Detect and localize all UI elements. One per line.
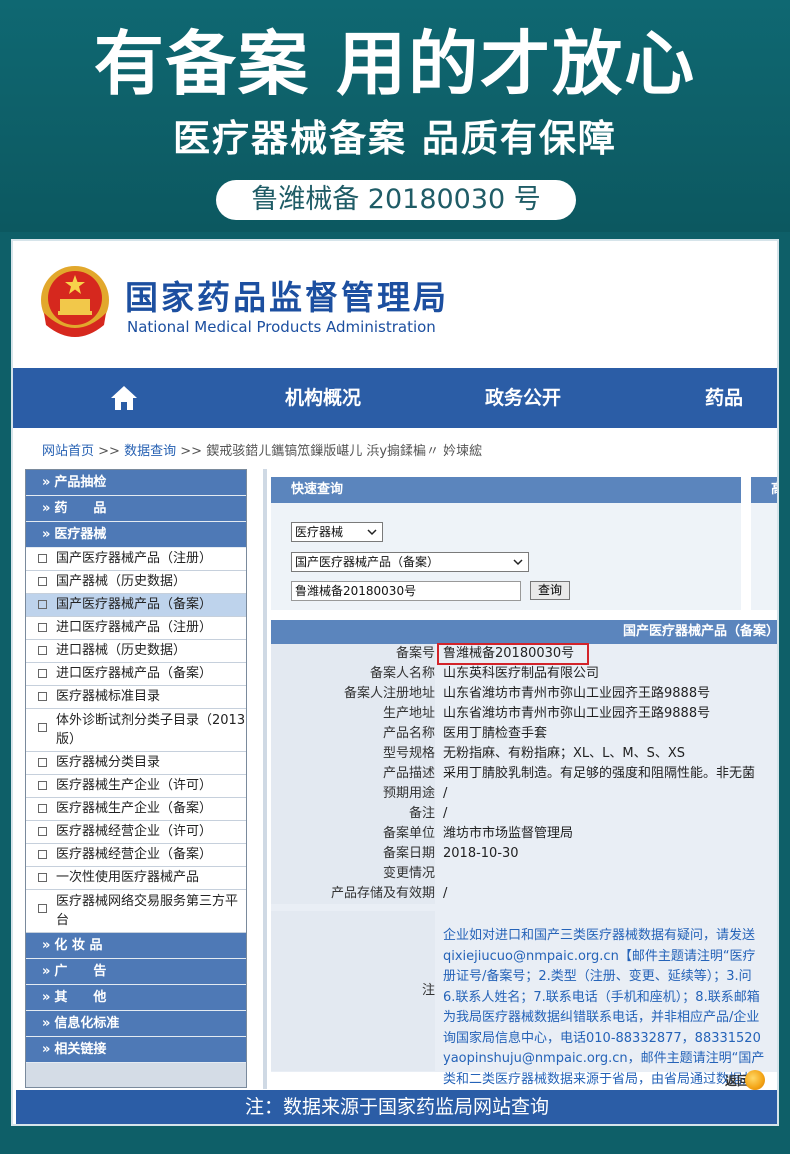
category-select[interactable]: 医疗器械 <box>291 522 383 542</box>
home-icon[interactable] <box>109 384 139 412</box>
expand-box-icon <box>38 646 47 655</box>
breadcrumb-data[interactable]: 数据查询 <box>124 444 176 459</box>
website-screenshot: 国家药品监督管理局 National Medical Products Admi… <box>11 239 779 1126</box>
note-text: 企业如对进口和国产三类医疗器械数据有疑问，请发送 qixiejiucuo@nmp… <box>443 928 765 1087</box>
expand-box-icon <box>38 600 47 609</box>
table-row: 备案人注册地址 山东省潍坊市青州市弥山工业园齐王路9888号 <box>271 684 777 704</box>
sidebar-item[interactable]: 体外诊断试剂分类子目录（2013版） <box>26 709 246 752</box>
quick-search-panel: 快速查询 医疗器械 国产医疗器械产品（备案） 鲁潍械备20180030号 查询 <box>271 477 741 610</box>
expand-box-icon <box>38 904 47 913</box>
table-row: 备案人名称 山东英科医疗制品有限公司 <box>271 664 777 684</box>
agency-name-cn[interactable]: 国家药品监督管理局 <box>125 271 449 319</box>
sidebar-category-it-standards[interactable]: » 信息化标准 <box>26 1011 246 1037</box>
advanced-search-title: 高 <box>751 477 777 503</box>
chevron-down-icon <box>367 529 377 536</box>
search-input[interactable]: 鲁潍械备20180030号 <box>291 581 521 601</box>
main-nav: 机构概况 政务公开 药品 <box>13 368 777 428</box>
sidebar-category-devices[interactable]: » 医疗器械 <box>26 522 246 548</box>
sidebar-item[interactable]: 进口医疗器械产品（注册） <box>26 617 246 640</box>
hero-banner: 有备案 用的才放心 医疗器械备案 品质有保障 鲁潍械备 20180030 号 <box>0 0 790 232</box>
sidebar-item[interactable]: 医疗器械网络交易服务第三方平台 <box>26 890 246 933</box>
sidebar-item-active[interactable]: 国产医疗器械产品（备案） <box>26 594 246 617</box>
table-row: 变更情况 <box>271 864 777 884</box>
sidebar-item[interactable]: 进口医疗器械产品（备案） <box>26 663 246 686</box>
chevron-down-icon <box>513 559 523 566</box>
sidebar-category-links[interactable]: » 相关链接 <box>26 1037 246 1063</box>
sidebar-category-drugs[interactable]: » 药 品 <box>26 496 246 522</box>
sidebar-category-cosmetics[interactable]: » 化 妆 品 <box>26 933 246 959</box>
sidebar-item[interactable]: 国产器械（历史数据） <box>26 571 246 594</box>
sidebar-item[interactable]: 医疗器械生产企业（备案） <box>26 798 246 821</box>
sidebar-item[interactable]: 一次性使用医疗器械产品 <box>26 867 246 890</box>
table-row: 预期用途 / <box>271 784 777 804</box>
hero-subtitle: 医疗器械备案 品质有保障 <box>173 117 617 160</box>
expand-box-icon <box>38 873 47 882</box>
expand-box-icon <box>38 804 47 813</box>
table-row: 备案日期 2018-10-30 <box>271 844 777 864</box>
quick-search-title: 快速查询 <box>271 477 741 503</box>
sidebar-item[interactable]: 医疗器械生产企业（许可） <box>26 775 246 798</box>
nav-item-drugs[interactable]: 药品 <box>705 368 743 428</box>
breadcrumb-separator: >> <box>180 444 203 459</box>
breadcrumb-separator: >> <box>98 444 120 459</box>
source-note: 注：数据来源于国家药监局网站查询 <box>16 1090 777 1124</box>
national-emblem-icon <box>41 266 109 337</box>
expand-box-icon <box>38 850 47 859</box>
expand-box-icon <box>38 554 47 563</box>
sidebar-item[interactable]: 医疗器械标准目录 <box>26 686 246 709</box>
breadcrumb: 网站首页 >> 数据查询 >> 鍥戒骇鍣ㄦ鑴镐笟鏁版嵁儿 浜у搧鍒楄〃 妗堜綋 <box>42 440 482 459</box>
nav-item-about[interactable]: 机构概况 <box>285 368 361 428</box>
table-row: 备案单位 潍坊市市场监督管理局 <box>271 824 777 844</box>
sidebar-item[interactable]: 医疗器械分类目录 <box>26 752 246 775</box>
sidebar: » 产品抽检 » 药 品 » 医疗器械 国产医疗器械产品（注册） 国产器械（历史数据）… <box>25 469 247 1088</box>
site-header: 国家药品监督管理局 National Medical Products Admi… <box>13 241 777 363</box>
expand-box-icon <box>38 758 47 767</box>
table-row: 产品存储及有效期 / <box>271 884 777 904</box>
sidebar-category-sampling[interactable]: » 产品抽检 <box>26 470 246 496</box>
sidebar-item[interactable]: 医疗器械经营企业（许可） <box>26 821 246 844</box>
divider <box>263 469 267 1089</box>
expand-box-icon <box>38 692 47 701</box>
note-label: 注 <box>271 911 435 1071</box>
expand-box-icon <box>38 669 47 678</box>
back-arrow-icon <box>745 1070 765 1090</box>
sidebar-item[interactable]: 国产医疗器械产品（注册） <box>26 548 246 571</box>
expand-box-icon <box>38 827 47 836</box>
breadcrumb-home[interactable]: 网站首页 <box>42 444 94 459</box>
table-row: 备注 / <box>271 804 777 824</box>
subcategory-select[interactable]: 国产医疗器械产品（备案） <box>291 552 529 572</box>
expand-box-icon <box>38 723 47 732</box>
hero-title: 有备案 用的才放心 <box>93 23 697 105</box>
table-row: 产品描述 采用丁腈胶乳制造。有足够的强度和阻隔性能。非无菌 <box>271 764 777 784</box>
breadcrumb-current: 鍥戒骇鍣ㄦ鑴镐笟鏁版嵁儿 浜у搧鍒楄〃 妗堜綋 <box>206 444 483 459</box>
sidebar-item[interactable]: 进口器械（历史数据） <box>26 640 246 663</box>
sidebar-category-other[interactable]: » 其 他 <box>26 985 246 1011</box>
detail-table: 备案号 鲁潍械备20180030号 备案人名称 山东英科医疗制品有限公司 备案人注册… <box>271 643 777 1087</box>
expand-box-icon <box>38 577 47 586</box>
search-button[interactable]: 查询 <box>530 581 570 600</box>
expand-box-icon <box>38 623 47 632</box>
highlight-box <box>437 643 589 665</box>
sidebar-category-ads[interactable]: » 广 告 <box>26 959 246 985</box>
expand-box-icon <box>38 781 47 790</box>
detail-title: 国产医疗器械产品（备案） <box>271 620 777 644</box>
table-row: 型号规格 无粉指麻、有粉指麻；XL、L、M、S、XS <box>271 744 777 764</box>
sidebar-item[interactable]: 医疗器械经营企业（备案） <box>26 844 246 867</box>
table-row: 备案号 鲁潍械备20180030号 <box>271 643 777 665</box>
table-row: 生产地址 山东省潍坊市青州市弥山工业园齐王路9888号 <box>271 704 777 724</box>
advanced-search-panel: 高 <box>751 477 777 610</box>
agency-name-en[interactable]: National Medical Products Administration <box>127 318 436 336</box>
back-button[interactable]: 返回 <box>719 1068 769 1092</box>
table-row: 产品名称 医用丁腈检查手套 <box>271 724 777 744</box>
registration-badge: 鲁潍械备 20180030 号 <box>216 180 576 220</box>
nav-item-gov-affairs[interactable]: 政务公开 <box>485 368 561 428</box>
